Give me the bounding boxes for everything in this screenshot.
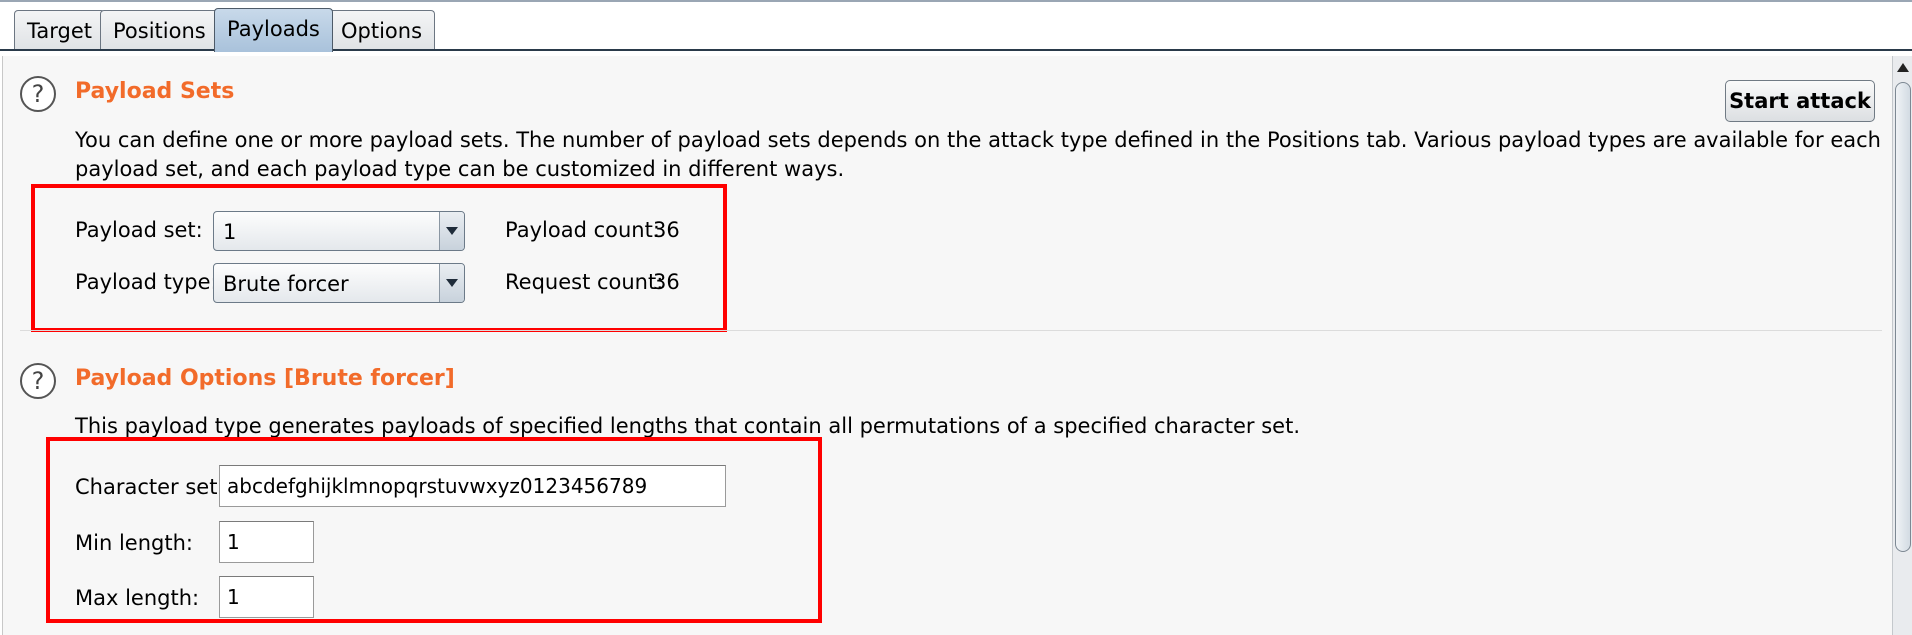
payload-sets-title: Payload Sets	[75, 79, 235, 104]
tab-positions[interactable]: Positions	[100, 10, 219, 50]
tab-bar: Target Positions Payloads Options	[0, 0, 1912, 52]
scroll-up-arrow-icon[interactable]	[1894, 58, 1912, 76]
section-divider	[20, 330, 1882, 331]
tab-target[interactable]: Target	[14, 10, 105, 50]
tab-payloads[interactable]: Payloads	[214, 8, 333, 52]
payload-options-title: Payload Options [Brute forcer]	[75, 366, 455, 391]
payload-sets-description-line2: payload set, and each payload type can b…	[75, 157, 845, 181]
scrollbar-thumb[interactable]	[1895, 82, 1911, 552]
start-attack-button[interactable]: Start attack	[1725, 80, 1875, 122]
question-circle-icon[interactable]: ?	[20, 76, 56, 112]
highlight-box-payload-options	[46, 437, 822, 623]
highlight-box-payload-sets	[31, 184, 727, 332]
vertical-scrollbar[interactable]	[1892, 56, 1912, 635]
tab-options[interactable]: Options	[328, 10, 436, 50]
question-circle-icon[interactable]: ?	[20, 363, 56, 399]
payload-sets-description-line1: You can define one or more payload sets.…	[75, 128, 1881, 152]
